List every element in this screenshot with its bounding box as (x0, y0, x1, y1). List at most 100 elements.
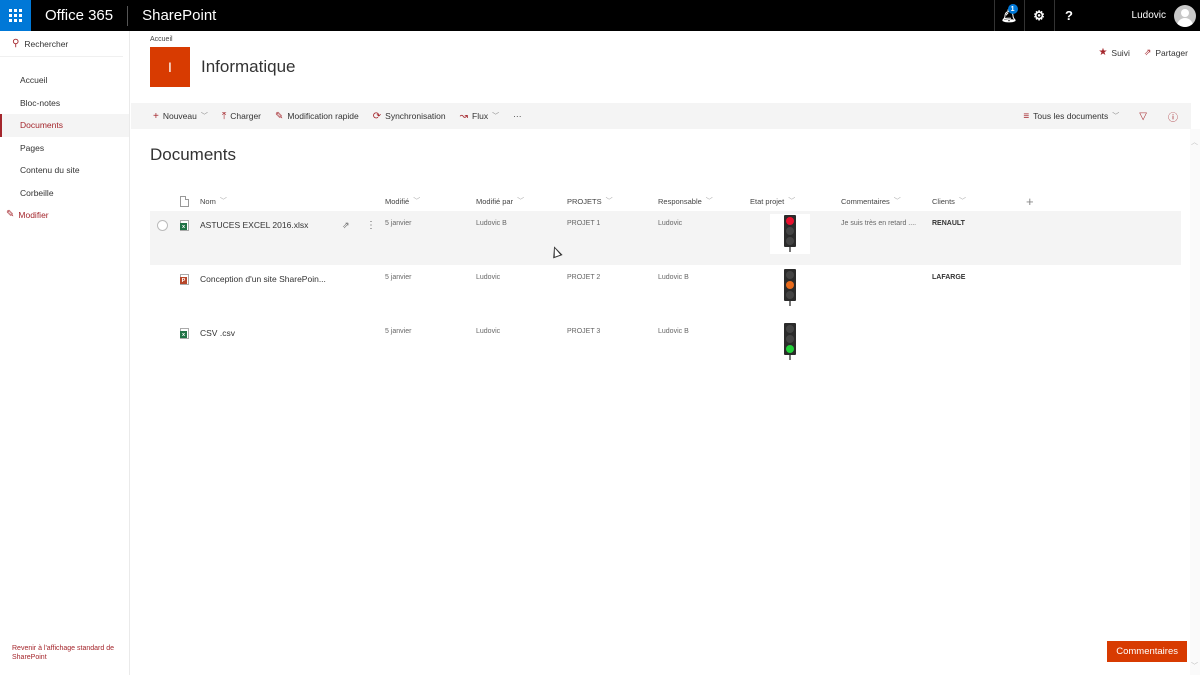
user-name[interactable]: Ludovic (1084, 10, 1174, 21)
search-label: Rechercher (24, 38, 69, 49)
nav-item-corbeille[interactable]: Corbeille (0, 182, 129, 205)
plus-icon: + (1026, 193, 1034, 209)
project: PROJET 2 (567, 274, 601, 281)
view-label: Tous les documents (1033, 111, 1109, 121)
site-title[interactable]: Informatique (201, 57, 296, 77)
filter-button[interactable]: ▽ (1126, 103, 1160, 129)
upload-button[interactable]: ⤒ Charger (215, 103, 268, 129)
edit-nav-link[interactable]: ✎ Modifier (0, 204, 129, 227)
owner[interactable]: Ludovic B (658, 328, 689, 335)
notification-badge: 1 (1007, 4, 1018, 14)
column-header-projects[interactable]: PROJETS ﹀ (567, 196, 613, 206)
column-header-owner[interactable]: Responsable ﹀ (658, 196, 713, 206)
avatar[interactable] (1174, 4, 1196, 27)
left-navigation: ⚲ Rechercher Accueil Bloc-notes Document… (0, 31, 130, 675)
comment: Je suis très en retard .... (841, 220, 917, 227)
pencil-icon: ✎ (6, 209, 15, 220)
nav-item-accueil[interactable]: Accueil (0, 69, 129, 92)
upload-icon: ⤒ (221, 110, 227, 122)
search-box[interactable]: ⚲ Rechercher (0, 31, 123, 57)
status-traffic-light (770, 268, 810, 308)
gear-icon: ⚙ (1033, 7, 1045, 23)
chevron-down-icon: ﹀ (517, 198, 525, 205)
more-vertical-icon: ⋮ (366, 220, 376, 231)
row-share-button[interactable]: ⇗ (342, 220, 350, 231)
sharepoint-brand[interactable]: SharePoint (128, 7, 230, 24)
modified-by[interactable]: Ludovic (476, 274, 500, 281)
filter-icon: ▽ (1139, 110, 1147, 122)
feedback-button[interactable]: Commentaires (1107, 641, 1187, 662)
traffic-light-orange-icon (784, 269, 796, 306)
info-button[interactable]: ⓘ (1160, 103, 1191, 129)
more-icon: ··· (513, 111, 522, 121)
column-header-comments[interactable]: Commentaires ﹀ (841, 196, 901, 206)
settings-button[interactable]: ⚙ (1023, 0, 1054, 31)
file-name-link[interactable]: CSV .csv (200, 328, 235, 338)
more-button[interactable]: ··· (506, 103, 529, 129)
site-logo-letter: I (168, 59, 172, 75)
star-icon: ★ (1098, 47, 1108, 58)
help-button[interactable]: ? (1053, 0, 1084, 31)
row-more-button[interactable]: ⋮ (366, 220, 376, 231)
row-select-checkbox[interactable] (157, 220, 168, 231)
file-name-link[interactable]: Conception d'un site SharePoin... (200, 274, 326, 284)
waffle-icon (9, 9, 22, 22)
site-logo[interactable]: I (150, 47, 190, 87)
nav-item-documents[interactable]: Documents (0, 114, 129, 137)
sync-button[interactable]: ⟳ Synchronisation (366, 103, 453, 129)
nav-item-bloc-notes[interactable]: Bloc-notes (0, 92, 129, 115)
back-to-classic-link[interactable]: Revenir à l'affichage standard de ShareP… (12, 644, 122, 662)
chevron-down-icon: ﹀ (958, 198, 966, 205)
list-row[interactable]: x ASTUCES EXCEL 2016.xlsx ⇗ ⋮ 5 janvier … (150, 211, 1181, 265)
add-column-button[interactable]: + (1026, 194, 1034, 209)
office365-brand[interactable]: Office 365 (31, 7, 127, 24)
column-header-modified-by[interactable]: Modifié par ﹀ (476, 196, 524, 206)
status-traffic-light (770, 322, 810, 362)
column-header-clients[interactable]: Clients ﹀ (932, 196, 966, 206)
flow-button[interactable]: ↝ Flux ﹀ (453, 103, 506, 129)
modified-date: 5 janvier (385, 220, 412, 227)
file-name-link[interactable]: ASTUCES EXCEL 2016.xlsx (200, 220, 308, 230)
library-title: Documents (150, 145, 236, 164)
excel-file-icon: x (180, 220, 189, 231)
column-header-name[interactable]: Nom ﹀ (200, 196, 227, 206)
edit-nav-label: Modifier (18, 210, 49, 220)
nav-item-pages[interactable]: Pages (0, 137, 129, 160)
owner[interactable]: Ludovic (658, 220, 682, 227)
flow-label: Flux (472, 111, 489, 121)
new-button[interactable]: + Nouveau ﹀ (131, 103, 215, 129)
checkbox-circle (157, 220, 168, 231)
file-type-header[interactable] (180, 195, 189, 207)
list-row[interactable]: x CSV .csv 5 janvier Ludovic PROJET 3 Lu… (150, 319, 1181, 373)
client: RENAULT (932, 220, 965, 227)
document-list: Nom ﹀ Modifié ﹀ Modifié par ﹀ PROJETS ﹀ Resp… (150, 191, 1181, 373)
project: PROJET 1 (567, 220, 601, 227)
plus-icon: + (153, 110, 159, 122)
breadcrumb[interactable]: Accueil (150, 36, 173, 43)
list-row[interactable]: P Conception d'un site SharePoin... 5 ja… (150, 265, 1181, 319)
follow-button[interactable]: ★ Suivi (1098, 47, 1129, 58)
main-content: Accueil I Informatique ★ Suivi ⇗ Partage… (131, 31, 1200, 675)
column-header-status[interactable]: Etat projet ﹀ (750, 196, 795, 206)
scroll-down-icon[interactable]: ﹀ (1191, 661, 1198, 671)
search-icon: ⚲ (12, 38, 20, 49)
column-label: Nom (200, 196, 216, 206)
owner[interactable]: Ludovic B (658, 274, 689, 281)
modified-by[interactable]: Ludovic B (476, 220, 507, 227)
info-icon: ⓘ (1168, 112, 1178, 124)
new-label: Nouveau (162, 111, 197, 121)
notifications-button[interactable]: 🔔︎ 1 (993, 0, 1024, 31)
scroll-up-icon[interactable]: ︿ (1191, 137, 1198, 147)
chevron-down-icon: ﹀ (705, 198, 713, 205)
modified-by[interactable]: Ludovic (476, 328, 500, 335)
app-launcher-button[interactable] (0, 0, 31, 31)
quick-edit-button[interactable]: ✎ Modification rapide (268, 103, 366, 129)
header-actions: ★ Suivi ⇗ Partager (1098, 47, 1188, 58)
view-selector[interactable]: ≡ Tous les documents ﹀ (1016, 103, 1126, 129)
vertical-scrollbar[interactable]: ︿ ﹀ (1190, 129, 1200, 675)
pencil-icon: ✎ (275, 110, 284, 122)
document-icon (180, 195, 189, 207)
share-button[interactable]: ⇗ Partager (1144, 47, 1188, 58)
column-header-modified[interactable]: Modifié ﹀ (385, 196, 420, 206)
nav-item-contenu-du-site[interactable]: Contenu du site (0, 159, 129, 182)
